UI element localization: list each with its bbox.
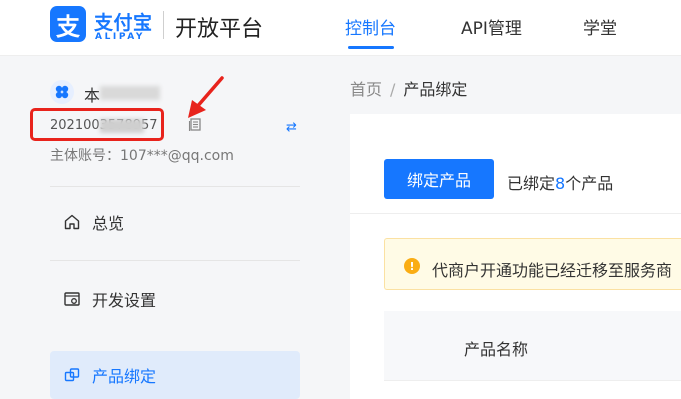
sidebar-item-overview[interactable]: 总览 bbox=[50, 198, 300, 246]
sidebar-divider bbox=[50, 260, 300, 261]
alipay-logo-icon[interactable]: 支 bbox=[50, 6, 86, 42]
home-icon bbox=[62, 212, 82, 232]
breadcrumb-separator: / bbox=[390, 80, 396, 99]
nav-active-indicator bbox=[348, 46, 394, 49]
nav-api-management[interactable]: API管理 bbox=[461, 14, 522, 39]
sidebar-item-label: 开发设置 bbox=[92, 291, 157, 310]
breadcrumb-current: 产品绑定 bbox=[403, 80, 468, 99]
link-icon bbox=[62, 365, 82, 385]
brand-name-en: ALIPAY bbox=[95, 32, 146, 42]
breadcrumb-home[interactable]: 首页 bbox=[350, 80, 382, 99]
settings-icon bbox=[62, 289, 82, 309]
bound-products-count: 已绑定8个产品 bbox=[507, 174, 614, 193]
app-name-redacted bbox=[100, 86, 160, 100]
switch-app-icon[interactable]: ⇄ bbox=[286, 120, 297, 135]
main-account: 主体账号：107***@qq.com bbox=[50, 148, 234, 164]
clover-icon bbox=[55, 85, 69, 99]
column-product-name: 产品名称 bbox=[464, 340, 529, 359]
app-name: 本 bbox=[84, 86, 101, 105]
sidebar-item-dev-settings[interactable]: 开发设置 bbox=[50, 275, 300, 323]
app-icon bbox=[50, 80, 74, 104]
table-header bbox=[384, 311, 681, 381]
annotation-arrow-icon bbox=[188, 76, 224, 118]
sidebar-item-label: 产品绑定 bbox=[92, 367, 157, 386]
card-divider bbox=[350, 213, 681, 214]
nav-console[interactable]: 控制台 bbox=[345, 14, 396, 39]
annotation-highlight-box bbox=[30, 108, 164, 141]
platform-title: 开放平台 bbox=[175, 17, 264, 42]
sidebar-item-label: 总览 bbox=[92, 214, 125, 233]
top-header: 支 支付宝 ALIPAY 开放平台 控制台 API管理 学堂 bbox=[0, 0, 681, 56]
brand-name: 支付宝 bbox=[94, 12, 153, 34]
notice-text: 代商户开通功能已经迁移至服务商 bbox=[432, 261, 673, 280]
breadcrumb: 首页 / 产品绑定 bbox=[350, 76, 467, 100]
warning-icon: ! bbox=[404, 258, 420, 274]
nav-academy[interactable]: 学堂 bbox=[583, 14, 617, 39]
sidebar-item-product-binding[interactable]: 产品绑定 bbox=[50, 351, 300, 399]
bind-product-button[interactable]: 绑定产品 bbox=[384, 159, 494, 199]
brand-divider bbox=[163, 11, 164, 39]
sidebar-divider bbox=[50, 186, 300, 187]
